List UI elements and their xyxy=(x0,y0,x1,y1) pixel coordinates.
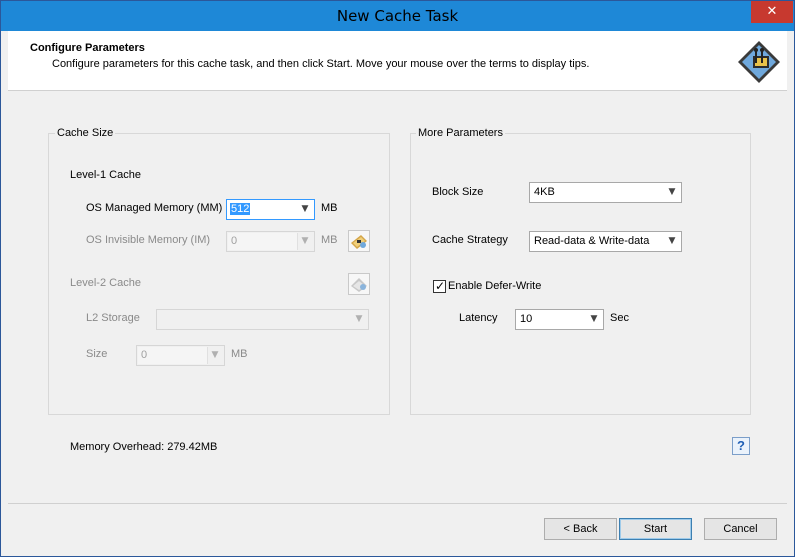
chevron-down-icon: ▼ xyxy=(301,204,309,214)
os-invisible-memory-label: OS Invisible Memory (IM) xyxy=(86,234,211,246)
os-managed-memory-label: OS Managed Memory (MM) xyxy=(86,202,223,214)
new-cache-task-dialog: New Cache Task ✕ Configure Parameters Co… xyxy=(0,0,795,557)
os-managed-memory-value: 512 xyxy=(230,203,251,215)
cache-strategy-label: Cache Strategy xyxy=(432,234,508,246)
title-bar[interactable]: New Cache Task ✕ xyxy=(1,1,794,31)
block-size-label: Block Size xyxy=(432,186,484,198)
chevron-down-icon: ▼ xyxy=(668,187,676,197)
level2-settings-button[interactable] xyxy=(348,273,370,295)
chevron-down-icon: ▼ xyxy=(301,236,309,246)
header-description: Configure parameters for this cache task… xyxy=(52,58,590,70)
more-parameters-group xyxy=(410,133,751,415)
memory-overhead-text: Memory Overhead: 279.42MB xyxy=(70,441,218,453)
latency-label: Latency xyxy=(459,312,498,324)
os-managed-memory-unit: MB xyxy=(321,202,338,214)
cancel-button[interactable]: Cancel xyxy=(704,518,777,540)
os-invisible-memory-unit: MB xyxy=(321,234,338,246)
cache-strategy-combo[interactable]: Read-data & Write-data ▼ xyxy=(529,231,682,252)
chevron-down-icon: ▼ xyxy=(211,350,219,360)
defer-write-label[interactable]: Enable Defer-Write xyxy=(448,280,541,292)
start-button[interactable]: Start xyxy=(619,518,692,540)
latency-combo[interactable]: 10 ▼ xyxy=(515,309,604,330)
l2-storage-combo[interactable]: ▼ xyxy=(156,309,369,330)
level1-cache-label: Level-1 Cache xyxy=(70,169,141,181)
size-label: Size xyxy=(86,348,108,360)
back-button[interactable]: < Back xyxy=(544,518,617,540)
dialog-header: Configure Parameters Configure parameter… xyxy=(8,31,787,91)
disk-settings-icon xyxy=(351,278,367,292)
os-invisible-memory-combo[interactable]: 0 ▼ xyxy=(226,231,315,252)
cache-logo-icon xyxy=(738,41,780,83)
block-size-combo[interactable]: 4KB ▼ xyxy=(529,182,682,203)
cache-strategy-value: Read-data & Write-data xyxy=(534,235,650,247)
chevron-down-icon: ▼ xyxy=(355,314,363,324)
size-value: 0 xyxy=(141,349,148,361)
latency-value: 10 xyxy=(520,313,533,325)
chevron-down-icon: ▼ xyxy=(668,236,676,246)
footer-divider xyxy=(8,503,787,504)
level2-cache-label: Level-2 Cache xyxy=(70,277,141,289)
close-button[interactable]: ✕ xyxy=(751,1,793,23)
size-unit: MB xyxy=(231,348,248,360)
os-managed-memory-combo[interactable]: 512 ▼ xyxy=(226,199,315,220)
cache-size-group-title: Cache Size xyxy=(55,127,116,139)
os-invisible-memory-value: 0 xyxy=(231,235,238,247)
checkmark-icon: ✓ xyxy=(435,279,446,293)
l2-storage-label: L2 Storage xyxy=(86,312,140,324)
defer-write-checkbox[interactable]: ✓ xyxy=(433,279,446,293)
help-button[interactable]: ? xyxy=(732,437,750,455)
header-title: Configure Parameters xyxy=(30,42,145,54)
chevron-down-icon: ▼ xyxy=(590,314,598,324)
size-combo[interactable]: 0 ▼ xyxy=(136,345,225,366)
memory-chip-icon xyxy=(351,235,367,249)
window-title: New Cache Task xyxy=(336,7,459,25)
more-parameters-group-title: More Parameters xyxy=(416,127,505,139)
latency-unit: Sec xyxy=(610,312,629,324)
memory-settings-button[interactable] xyxy=(348,230,370,252)
block-size-value: 4KB xyxy=(534,186,555,198)
